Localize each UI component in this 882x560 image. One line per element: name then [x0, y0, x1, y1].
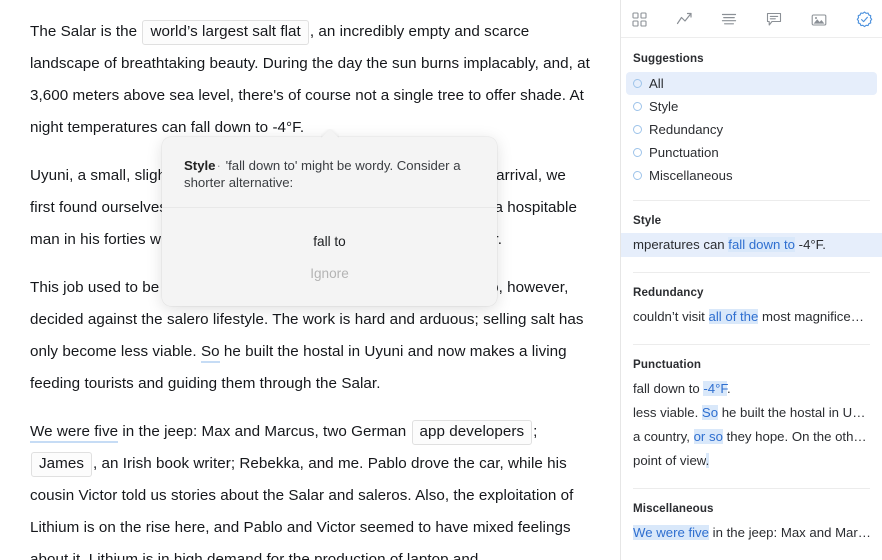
filter-label: Style: [649, 99, 678, 114]
suggestion-group: MiscellaneousWe were five in the jeep: M…: [621, 489, 882, 553]
chart-line-icon[interactable]: [673, 9, 695, 31]
suggestion-underline[interactable]: So: [201, 343, 220, 363]
boxed-suggestion-token[interactable]: app developers: [412, 420, 533, 445]
suggestion-text: less viable.: [633, 405, 702, 420]
text-run: , an Irish book writer; Rebekka, and me.…: [30, 455, 573, 560]
suggestion-item[interactable]: point of view.: [621, 449, 882, 473]
filter-label: Miscellaneous: [649, 168, 733, 183]
group-title: Redundancy: [621, 273, 882, 305]
suggestion-text: they hope. On the oth…: [723, 429, 867, 444]
highlighted-phrase: fall down to: [728, 237, 795, 252]
suggestion-item[interactable]: less viable. So he built the hostal in U…: [621, 401, 882, 425]
app-root: The Salar is the world’s largest salt fl…: [0, 0, 882, 560]
text-run: in the jeep: Max and Marcus, two German: [118, 423, 410, 440]
popup-separator: ·: [216, 158, 222, 173]
popup-actions: fall to Ignore: [162, 208, 497, 306]
suggestion-item[interactable]: fall down to -4°F.: [621, 377, 882, 401]
highlighted-phrase: So: [702, 405, 718, 420]
suggestion-text: a country,: [633, 429, 694, 444]
highlighted-phrase: -4°F: [703, 381, 727, 396]
suggestion-popup[interactable]: Style· 'fall down to' might be wordy. Co…: [162, 137, 497, 306]
radio-circle-icon: [633, 125, 642, 134]
suggestions-title: Suggestions: [621, 38, 882, 72]
filter-all[interactable]: All: [626, 72, 877, 95]
highlighted-phrase: all of the: [709, 309, 759, 324]
radio-circle-icon: [633, 102, 642, 111]
boxed-suggestion-token[interactable]: world’s largest salt flat: [142, 20, 308, 45]
group-title: Style: [621, 201, 882, 233]
paragraph: We were five in the jeep: Max and Marcus…: [30, 416, 590, 560]
suggestion-text: mperatures can: [633, 237, 728, 252]
suggestion-filter-list: All Style Redundancy Punctuation Miscellaneo…: [621, 72, 882, 193]
filter-punctuation[interactable]: Punctuation: [626, 141, 877, 164]
suggestion-text: couldn’t visit: [633, 309, 709, 324]
suggestion-item[interactable]: mperatures can fall down to -4°F.: [621, 233, 882, 257]
apply-suggestion-button[interactable]: fall to: [162, 226, 497, 258]
document-editor[interactable]: The Salar is the world’s largest salt fl…: [0, 0, 620, 560]
text-run: The Salar is the: [30, 23, 141, 40]
suggestion-item[interactable]: couldn’t visit all of the most magnifice…: [621, 305, 882, 329]
readability-lines-icon[interactable]: [718, 9, 740, 31]
sidebar-toolbar: [621, 0, 882, 38]
filter-miscellaneous[interactable]: Miscellaneous: [626, 164, 877, 187]
suggestion-text: most magnifice…: [758, 309, 864, 324]
sidebar-content: Suggestions All Style Redundancy Punctuatio…: [621, 38, 882, 560]
popup-arrow-icon: [321, 129, 339, 138]
suggestion-underline[interactable]: -4°F: [272, 119, 299, 139]
filter-style[interactable]: Style: [626, 95, 877, 118]
suggestion-item[interactable]: We were five in the jeep: Max and Mar…: [621, 521, 882, 545]
group-title: Miscellaneous: [621, 489, 882, 521]
right-sidebar: Suggestions All Style Redundancy Punctuatio…: [620, 0, 882, 560]
boxed-suggestion-token[interactable]: James: [31, 452, 92, 477]
radio-circle-icon: [633, 171, 642, 180]
suggestion-text: .: [727, 381, 731, 396]
suggestion-item[interactable]: a country, or so they hope. On the oth…: [621, 425, 882, 449]
suggestion-text: in the jeep: Max and Mar…: [709, 525, 871, 540]
check-badge-icon[interactable]: [853, 9, 875, 31]
suggestion-text: fall down to: [633, 381, 703, 396]
paragraph: The Salar is the world’s largest salt fl…: [30, 16, 590, 144]
grid-icon[interactable]: [628, 9, 650, 31]
suggestion-text: -4°F.: [795, 237, 826, 252]
highlighted-phrase: or so: [694, 429, 723, 444]
suggestion-group: Stylemperatures can fall down to -4°F.: [621, 201, 882, 265]
suggestion-underline[interactable]: We were five: [30, 423, 118, 443]
filter-label: Redundancy: [649, 122, 723, 137]
suggestion-group: Punctuationfall down to -4°F.less viable…: [621, 345, 882, 481]
popup-category: Style: [184, 158, 216, 173]
filter-redundancy[interactable]: Redundancy: [626, 118, 877, 141]
comment-bubble-icon[interactable]: [763, 9, 785, 31]
highlighted-phrase: .: [706, 453, 710, 468]
popup-message-text: 'fall down to' might be wordy. Consider …: [184, 158, 461, 190]
text-run: .: [300, 119, 304, 136]
suggestion-text: point of view: [633, 453, 706, 468]
highlighted-phrase: We were five: [633, 525, 709, 540]
text-run: ;: [533, 423, 537, 440]
filter-label: All: [649, 76, 664, 91]
image-icon[interactable]: [808, 9, 830, 31]
suggestion-groups: Stylemperatures can fall down to -4°F.Re…: [621, 201, 882, 553]
suggestion-group: Redundancycouldn’t visit all of the most…: [621, 273, 882, 337]
group-title: Punctuation: [621, 345, 882, 377]
active-suggestion-underline[interactable]: fall down to: [191, 119, 268, 139]
filter-label: Punctuation: [649, 145, 719, 160]
ignore-suggestion-button[interactable]: Ignore: [162, 258, 497, 290]
suggestion-text: he built the hostal in U…: [718, 405, 865, 420]
popup-message: Style· 'fall down to' might be wordy. Co…: [162, 137, 497, 208]
radio-circle-icon: [633, 79, 642, 88]
radio-circle-icon: [633, 148, 642, 157]
